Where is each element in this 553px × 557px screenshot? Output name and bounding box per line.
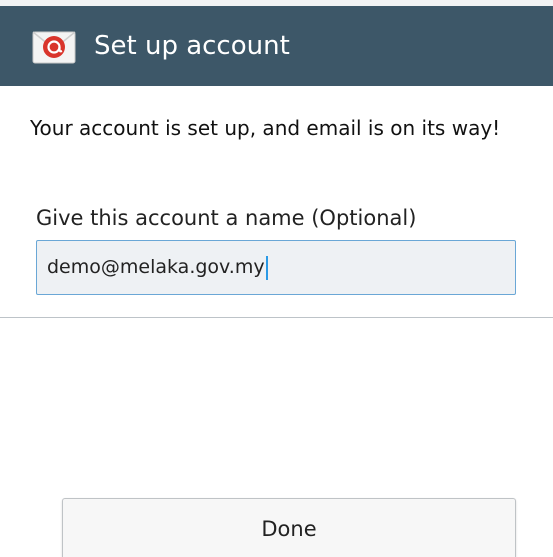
page-title: Set up account xyxy=(94,31,290,61)
action-bar: Set up account xyxy=(0,6,553,86)
text-cursor xyxy=(265,255,268,280)
account-name-input[interactable]: demo@melaka.gov.my xyxy=(36,240,516,295)
done-button[interactable]: Done xyxy=(62,498,516,557)
email-app-icon xyxy=(32,31,76,64)
section-divider xyxy=(0,317,553,318)
account-name-value-wrap: demo@melaka.gov.my xyxy=(47,253,268,281)
account-name-value: demo@melaka.gov.my xyxy=(47,256,265,278)
setup-complete-message: Your account is set up, and email is on … xyxy=(30,116,501,140)
account-name-label: Give this account a name (Optional) xyxy=(36,206,417,230)
done-button-label: Done xyxy=(261,517,317,541)
